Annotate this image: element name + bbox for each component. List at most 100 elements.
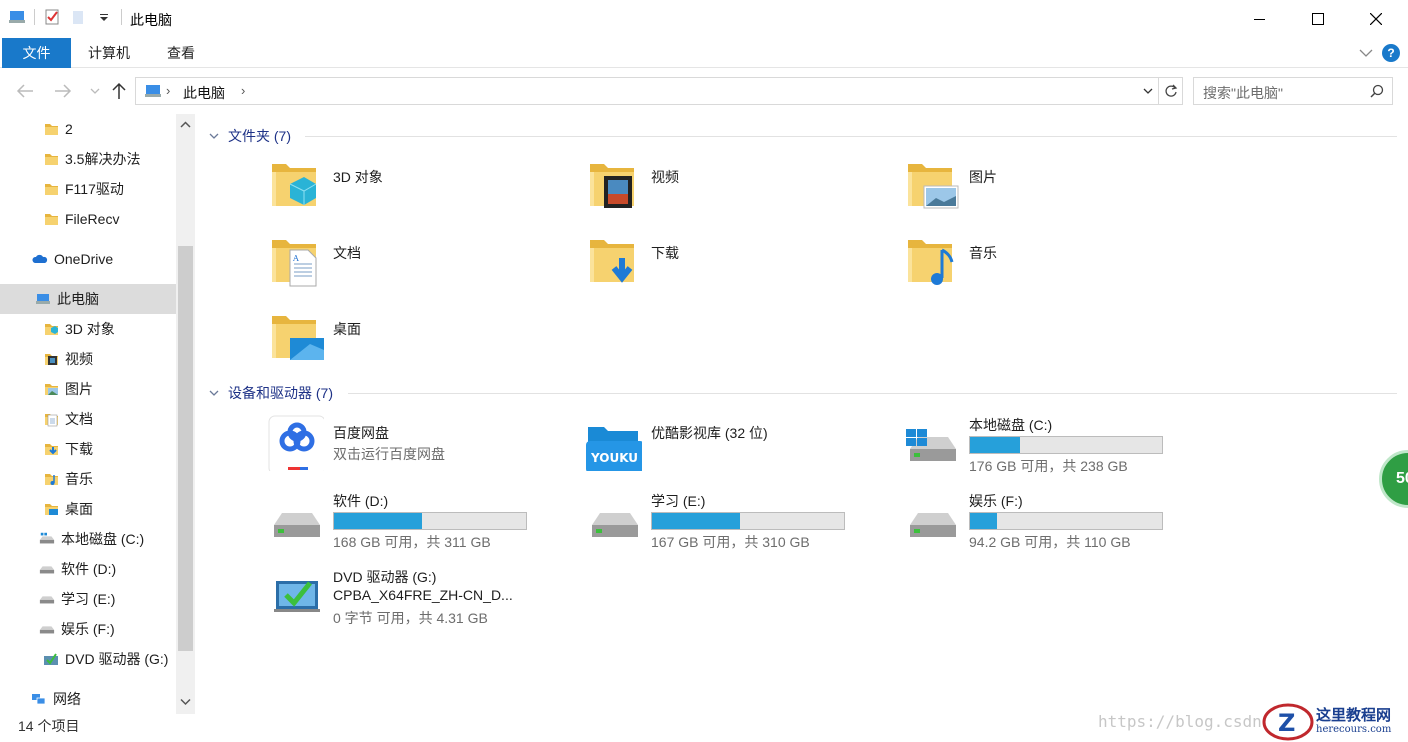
drive-icon <box>592 513 638 537</box>
folder-icon <box>45 124 58 135</box>
sidebar-item-label: 本地磁盘 (C:) <box>61 531 145 547</box>
logo-title: 这里教程网 <box>1316 706 1392 724</box>
breadcrumb-separator-icon[interactable]: › <box>241 83 245 98</box>
desktop-icon <box>45 504 58 515</box>
sidebar-item-drive-c[interactable]: 本地磁盘 (C:) <box>0 524 176 554</box>
documents-folder-icon: A <box>272 240 317 287</box>
new-folder-icon[interactable] <box>69 8 87 26</box>
folder-label: 桌面 <box>333 321 361 337</box>
music-icon <box>45 474 58 485</box>
sidebar-item-label: 此电脑 <box>57 291 99 307</box>
up-button[interactable] <box>108 80 130 102</box>
folder-downloads[interactable]: 下载 <box>586 234 886 304</box>
group-divider <box>348 393 1397 394</box>
refresh-icon <box>1164 84 1177 97</box>
device-youku[interactable]: YOUKU 优酷影视库 (32 位) <box>586 415 886 485</box>
address-bar[interactable]: › 此电脑 › <box>135 77 1159 105</box>
sidebar-item-pictures[interactable]: 图片 <box>0 374 176 404</box>
folders-group-header[interactable]: 文件夹 (7) <box>208 125 291 147</box>
folder-pictures[interactable]: 图片 <box>904 158 1204 228</box>
device-dvd-drive[interactable]: DVD 驱动器 (G:) CPBA_X64FRE_ZH-CN_D... 0 字节… <box>268 567 568 631</box>
search-box[interactable]: 搜索"此电脑" <box>1193 77 1393 105</box>
floating-speed-badge[interactable]: 50 <box>1379 450 1408 508</box>
sidebar-item-network[interactable]: 网络 <box>0 684 176 714</box>
videos-icon <box>45 354 58 365</box>
sidebar-item-label: 学习 (E:) <box>61 591 116 607</box>
device-drive-e[interactable]: 学习 (E:) 167 GB 可用，共 310 GB <box>586 491 886 561</box>
sidebar-item-filerecv[interactable]: FileRecv <box>0 204 176 234</box>
expand-ribbon-chevron-icon[interactable] <box>1358 45 1374 61</box>
refresh-button[interactable] <box>1159 77 1183 105</box>
folder-label: 3D 对象 <box>333 169 383 185</box>
sidebar-item-label: OneDrive <box>54 251 114 267</box>
device-drive-c[interactable]: 本地磁盘 (C:) 176 GB 可用，共 238 GB <box>904 415 1204 485</box>
sidebar-item-label: 下载 <box>65 441 93 457</box>
recent-locations-button[interactable] <box>84 80 106 102</box>
site-logo: Z 这里教程网 herecours.com <box>1262 698 1408 742</box>
breadcrumb-separator-icon[interactable]: › <box>166 83 170 98</box>
device-baidu-netdisk[interactable]: 百度网盘 双击运行百度网盘 <box>268 415 568 485</box>
minimize-icon <box>1254 19 1265 20</box>
folder-label: 下载 <box>651 245 679 261</box>
sidebar-item-documents[interactable]: 文档 <box>0 404 176 434</box>
sidebar-item-2[interactable]: 2 <box>0 114 176 144</box>
sidebar-item-label: FileRecv <box>65 211 120 227</box>
sidebar-item-downloads[interactable]: 下载 <box>0 434 176 464</box>
folder-icon <box>45 214 58 225</box>
tab-file[interactable]: 文件 <box>2 38 71 68</box>
close-button[interactable] <box>1346 0 1406 38</box>
collapse-chevron-icon[interactable] <box>208 130 220 142</box>
devices-group-header[interactable]: 设备和驱动器 (7) <box>208 382 333 404</box>
back-button[interactable] <box>14 80 36 102</box>
sidebar-item-this-pc[interactable]: 此电脑 <box>0 284 176 314</box>
device-label: 软件 (D:) <box>333 493 389 509</box>
help-button[interactable]: ? <box>1382 44 1400 62</box>
sidebar-item-3-5[interactable]: 3.5解决办法 <box>0 144 176 174</box>
sidebar-item-drive-e[interactable]: 学习 (E:) <box>0 584 176 614</box>
customize-toolbar-chevron-icon[interactable] <box>95 8 113 26</box>
sidebar-item-label: F117驱动 <box>65 181 124 197</box>
device-drive-d[interactable]: 软件 (D:) 168 GB 可用，共 311 GB <box>268 491 568 561</box>
properties-icon[interactable] <box>43 8 61 26</box>
folder-3d-objects[interactable]: 3D 对象 <box>268 158 568 228</box>
sidebar-item-onedrive[interactable]: OneDrive <box>0 244 176 274</box>
logo-url: herecours.com <box>1316 724 1392 735</box>
collapse-chevron-icon[interactable] <box>208 387 220 399</box>
drive-usage-fill <box>334 513 423 529</box>
baidu-netdisk-icon <box>268 415 324 471</box>
breadcrumb-this-pc[interactable]: 此电脑 <box>183 83 225 103</box>
sidebar-item-music[interactable]: 音乐 <box>0 464 176 494</box>
folder-desktop[interactable]: 桌面 <box>268 310 568 380</box>
folder-documents[interactable]: A 文档 <box>268 234 568 304</box>
computer-icon <box>8 8 26 26</box>
sidebar-item-videos[interactable]: 视频 <box>0 344 176 374</box>
forward-button[interactable] <box>52 80 74 102</box>
drive-icon <box>39 566 55 574</box>
quick-access-toolbar <box>8 8 122 26</box>
minimize-button[interactable] <box>1230 0 1290 38</box>
sidebar-item-f117[interactable]: F117驱动 <box>0 174 176 204</box>
scroll-up-arrow-icon[interactable] <box>180 120 191 131</box>
sidebar-item-drive-f[interactable]: 娱乐 (F:) <box>0 614 176 644</box>
device-drive-f[interactable]: 娱乐 (F:) 94.2 GB 可用，共 110 GB <box>904 491 1204 561</box>
downloads-folder-icon <box>590 240 634 283</box>
3d-objects-folder-icon <box>272 164 317 206</box>
sidebar-item-3d-objects[interactable]: 3D 对象 <box>0 314 176 344</box>
maximize-button[interactable] <box>1288 0 1348 38</box>
scrollbar-thumb[interactable] <box>178 246 193 651</box>
tab-computer[interactable]: 计算机 <box>72 38 146 68</box>
tab-view[interactable]: 查看 <box>151 38 211 68</box>
sidebar-item-desktop[interactable]: 桌面 <box>0 494 176 524</box>
address-dropdown-chevron-icon[interactable] <box>1142 84 1154 98</box>
folder-videos[interactable]: 视频 <box>586 158 886 228</box>
search-icon[interactable] <box>1370 84 1384 98</box>
scroll-down-arrow-icon[interactable] <box>180 696 191 707</box>
folder-label: 图片 <box>969 169 997 185</box>
device-label: 学习 (E:) <box>651 493 706 509</box>
sidebar-item-drive-d[interactable]: 软件 (D:) <box>0 554 176 584</box>
sidebar-item-dvd-drive[interactable]: DVD 驱动器 (G:) <box>0 644 176 674</box>
pictures-folder-icon <box>908 164 959 209</box>
folder-music[interactable]: 音乐 <box>904 234 1204 304</box>
system-drive-icon <box>39 532 55 544</box>
navigation-pane-scrollbar[interactable] <box>176 114 195 714</box>
